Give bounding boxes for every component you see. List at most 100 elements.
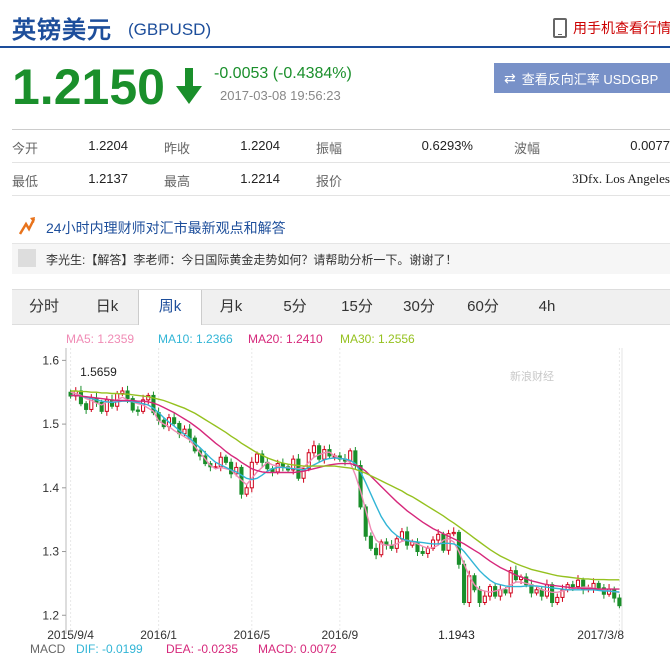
swap-icon: ⇄ — [504, 69, 516, 86]
candle-body — [311, 445, 316, 454]
phone-icon — [553, 18, 567, 38]
source-value: 3Dfx. Los Angeles — [572, 171, 670, 186]
candle-body — [575, 579, 581, 588]
candle-body — [503, 589, 508, 594]
reverse-rate-label: 查看反向汇率 USDGBP — [521, 71, 659, 87]
ma-legend-item: MA5: 1.2359 — [66, 332, 134, 346]
currency-code: (GBPUSD) — [128, 20, 212, 39]
candles — [68, 385, 622, 609]
high-value: 1.2214 — [240, 171, 280, 186]
candle-body — [436, 533, 441, 541]
low-value: 1.2137 — [88, 171, 128, 186]
page-title: 英镑美元 — [12, 17, 112, 44]
tab-15min[interactable]: 15分 — [326, 290, 388, 324]
macd-legend-item: DIF: -0.0199 — [76, 642, 143, 656]
ma-legend-item: MA10: 1.2366 — [158, 332, 233, 346]
trend-arrow-icon — [18, 217, 36, 235]
candle-body — [368, 535, 373, 549]
tab-timeshare[interactable]: 分时 — [12, 290, 76, 324]
candle-body — [78, 390, 83, 405]
prev-close-label: 昨收 — [164, 141, 191, 156]
price-change: -0.0053 (-0.4384%) — [214, 65, 352, 82]
candle-body — [451, 531, 456, 535]
candle-body — [482, 595, 487, 604]
candle-body — [374, 547, 379, 556]
x-tick-label: 2016/5 — [233, 628, 270, 642]
x-tick-label: 2017/3/8 — [577, 628, 624, 642]
avatar — [18, 249, 36, 267]
macd-legend: MACD DIF: -0.0199 DEA: -0.0235 MACD: 0.0072 — [30, 642, 337, 656]
ma-legend: MA5: 1.2359 MA10: 1.2366 MA20: 1.2410 MA30:… — [66, 332, 415, 346]
candle-body — [612, 588, 617, 599]
quote-row-1: 今开 1.2204 昨收 1.2204 振幅 0.6293% 波幅 0.0077 — [12, 130, 670, 163]
tab-5min[interactable]: 5分 — [264, 290, 326, 324]
candle-body — [477, 589, 482, 604]
candle-body — [596, 582, 601, 589]
candle-body — [249, 461, 254, 489]
candle-body — [441, 533, 446, 551]
x-tick-label: 2015/9/4 — [47, 628, 94, 642]
advice-comment[interactable]: 李光生:【解答】李老师：今日国际黄金走势如何？请帮助分析一下。谢谢了！ — [12, 243, 670, 274]
mobile-view-label: 用手机查看行情 — [573, 20, 670, 36]
candle-body — [555, 596, 560, 604]
tab-4h[interactable]: 4h — [516, 290, 578, 324]
range-value: 0.0077 — [630, 138, 670, 153]
range-label: 波幅 — [514, 141, 541, 156]
y-tick-label: 1.2 — [42, 608, 59, 622]
candle-body — [172, 417, 177, 424]
ma-lines — [70, 390, 620, 594]
current-price: 1.2150 — [12, 59, 165, 115]
open-label: 今开 — [12, 141, 39, 156]
candle-body — [120, 390, 125, 395]
candle-body — [280, 463, 285, 468]
y-axis: 1.6 1.5 1.4 1.3 1.2 — [42, 353, 66, 622]
quote-datetime: 2017-03-08 19:56:23 — [220, 88, 341, 103]
tab-60min[interactable]: 60分 — [452, 290, 514, 324]
open-value: 1.2204 — [88, 138, 128, 153]
tab-weekly[interactable]: 周k — [138, 290, 202, 325]
candle-body — [229, 461, 234, 475]
tab-daily[interactable]: 日k — [76, 290, 138, 324]
mobile-view-link[interactable]: 用手机查看行情 — [553, 16, 670, 40]
y-tick-label: 1.6 — [42, 353, 59, 367]
candle-body — [254, 453, 260, 463]
annotations: 1.5659 1.1943 — [80, 365, 475, 642]
ma-legend-item: MA30: 1.2556 — [340, 332, 415, 346]
candle-body — [135, 409, 140, 412]
tab-30min[interactable]: 30分 — [388, 290, 450, 324]
tab-monthly[interactable]: 月k — [200, 290, 262, 324]
candle-body — [425, 547, 430, 554]
quote-row-2: 最低 1.2137 最高 1.2214 报价 3Dfx. Los Angeles — [12, 163, 670, 196]
comment-text[interactable]: 李光生:【解答】李老师：今日国际黄金走势如何？请帮助分析一下。谢谢了！ — [46, 251, 457, 268]
period-tabs: 分时 日k 周k 月k 5分 15分 30分 60分 4h — [12, 289, 670, 325]
page-header: 英镑美元 (GBPUSD) 用手机查看行情 — [0, 0, 670, 48]
macd-legend-item: MACD — [30, 642, 66, 656]
y-tick-label: 1.3 — [42, 545, 59, 559]
advice-headline[interactable]: 24小时内理财师对汇市最新观点和解答 — [46, 218, 286, 238]
high-annotation: 1.5659 — [80, 365, 117, 379]
y-tick-label: 1.5 — [42, 417, 59, 431]
candle-body — [244, 487, 249, 495]
amplitude-value: 0.6293% — [421, 138, 473, 153]
candle-body — [405, 531, 410, 546]
advice-banner[interactable]: 24小时内理财师对汇市最新观点和解答 — [12, 212, 670, 242]
candle-body — [508, 570, 513, 594]
macd-legend-item: MACD: 0.0072 — [258, 642, 337, 656]
candle-body — [420, 551, 425, 554]
weekly-kline-chart[interactable]: MA5: 1.2359 MA10: 1.2366 MA20: 1.2410 MA30:… — [0, 328, 670, 658]
amplitude-label: 振幅 — [316, 141, 343, 156]
candle-body — [534, 589, 539, 594]
candle-body — [84, 403, 89, 410]
low-annotation: 1.1943 — [438, 628, 475, 642]
ma30-line — [70, 390, 620, 581]
ma-legend-item: MA20: 1.2410 — [248, 332, 323, 346]
candle-body — [467, 575, 472, 604]
ma20-line — [70, 394, 620, 590]
reverse-rate-button[interactable]: ⇄ 查看反向汇率 USDGBP — [494, 63, 670, 93]
candle-body — [462, 563, 467, 604]
ma10-line — [70, 394, 620, 593]
y-tick-label: 1.4 — [42, 481, 59, 495]
candle-body — [322, 449, 327, 460]
low-label: 最低 — [12, 174, 39, 189]
source-label: 报价 — [316, 174, 343, 189]
